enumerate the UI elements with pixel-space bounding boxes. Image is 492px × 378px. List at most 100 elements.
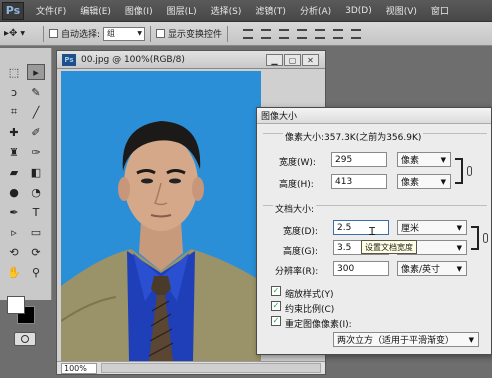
maximize-button[interactable]: ▢ bbox=[284, 54, 301, 66]
resolution-unit-select[interactable]: 像素/英寸 ▼ bbox=[397, 261, 467, 276]
show-transform-checkbox[interactable] bbox=[156, 29, 166, 38]
chevron-down-icon: ▼ bbox=[456, 243, 462, 252]
chevron-down-icon: ▼ bbox=[440, 155, 446, 164]
resolution-input[interactable]: 300 bbox=[333, 261, 389, 276]
menu-image[interactable]: 图像(I) bbox=[125, 4, 153, 17]
image-size-dialog: 图像大小 像素大小:357.3K(之前为356.9K) 宽度(W): 295 像… bbox=[256, 107, 492, 355]
healing-brush-tool-icon[interactable]: ✚ bbox=[5, 124, 23, 140]
clone-stamp-tool-icon[interactable]: ♜ bbox=[5, 144, 23, 160]
constrain-proportions-checkbox[interactable]: ✓ bbox=[271, 301, 281, 311]
pixel-width-input[interactable]: 295 bbox=[331, 152, 387, 167]
brush-tool-icon[interactable]: ✐ bbox=[27, 124, 45, 140]
pixel-dimensions-label: 像素大小:357.3K(之前为356.9K) bbox=[283, 130, 424, 143]
chevron-down-icon: ▼ bbox=[20, 30, 26, 37]
menu-3d[interactable]: 3D(D) bbox=[345, 6, 372, 16]
align-buttons bbox=[243, 28, 362, 39]
menu-view[interactable]: 视图(V) bbox=[386, 4, 417, 17]
align-hcenter-icon[interactable] bbox=[315, 28, 326, 39]
link-chain-icon bbox=[467, 166, 472, 176]
align-top-icon[interactable] bbox=[243, 28, 254, 39]
zoom-field[interactable]: 100% bbox=[61, 362, 97, 374]
pixel-height-label: 高度(H): bbox=[279, 180, 314, 190]
auto-select-label: 自动选择: bbox=[61, 30, 101, 40]
crop-tool-icon[interactable]: ⌗ bbox=[5, 104, 23, 120]
scale-styles-checkbox[interactable]: ✓ bbox=[271, 286, 281, 296]
close-button[interactable]: ✕ bbox=[302, 54, 319, 66]
resolution-unit: 像素/英寸 bbox=[401, 265, 441, 275]
pen-tool-icon[interactable]: ✒ bbox=[5, 204, 23, 220]
menu-filter[interactable]: 滤镜(T) bbox=[255, 4, 286, 17]
show-transform-label: 显示变换控件 bbox=[168, 30, 223, 40]
pixel-height-input[interactable]: 413 bbox=[331, 174, 387, 189]
align-vcenter-icon[interactable] bbox=[261, 28, 272, 39]
pixel-height-unit: 像素 bbox=[401, 178, 420, 188]
chevron-down-icon: ▼ bbox=[468, 335, 474, 344]
quick-select-tool-icon[interactable]: ✎ bbox=[27, 84, 45, 100]
doc-width-label: 宽度(D): bbox=[283, 227, 318, 237]
quick-mask-button[interactable] bbox=[14, 332, 36, 346]
doc-width-unit: 厘米 bbox=[401, 224, 420, 234]
history-brush-tool-icon[interactable]: ✑ bbox=[27, 144, 45, 160]
marquee-tool-icon[interactable]: ⬚ bbox=[5, 64, 23, 80]
horizontal-scrollbar[interactable] bbox=[101, 363, 321, 373]
menu-file[interactable]: 文件(F) bbox=[36, 4, 66, 17]
pixel-height-unit-select[interactable]: 像素 ▼ bbox=[397, 174, 451, 189]
path-select-tool-icon[interactable]: ▹ bbox=[5, 224, 23, 240]
align-right-icon[interactable] bbox=[333, 28, 344, 39]
auto-select-dropdown[interactable]: 组 ▼ bbox=[103, 26, 146, 41]
3d-orbit-tool-icon[interactable]: ⟳ bbox=[27, 244, 45, 260]
auto-select-value: 组 bbox=[107, 29, 116, 38]
menu-edit[interactable]: 编辑(E) bbox=[80, 4, 111, 17]
resolution-label: 分辨率(R): bbox=[275, 267, 319, 277]
minimize-button[interactable]: ▁ bbox=[266, 54, 283, 66]
distribute-icon[interactable] bbox=[351, 28, 362, 39]
hand-tool-icon[interactable]: ✋ bbox=[5, 264, 23, 280]
window-buttons: ▁ ▢ ✕ bbox=[266, 54, 319, 66]
pixel-link-bracket bbox=[455, 158, 463, 184]
image-canvas[interactable] bbox=[61, 71, 261, 361]
doc-width-unit-select[interactable]: 厘米 ▼ bbox=[397, 220, 467, 235]
type-tool-icon[interactable]: T bbox=[27, 204, 45, 220]
eraser-tool-icon[interactable]: ▰ bbox=[5, 164, 23, 180]
document-status-bar: 100% bbox=[57, 361, 325, 374]
resample-label: 重定图像像素(I): bbox=[285, 320, 352, 330]
menu-layer[interactable]: 图层(L) bbox=[167, 4, 197, 17]
resample-checkbox[interactable]: ✓ bbox=[271, 316, 281, 326]
move-tool-icon[interactable]: ▸ bbox=[27, 64, 45, 80]
divider bbox=[150, 25, 152, 42]
quick-mask-icon bbox=[21, 335, 29, 343]
tooltip: 设置文档宽度 bbox=[361, 240, 417, 254]
pixel-width-unit: 像素 bbox=[401, 156, 420, 166]
menu-window[interactable]: 窗口 bbox=[431, 4, 449, 17]
shape-tool-icon[interactable]: ▭ bbox=[27, 224, 45, 240]
auto-select-checkbox[interactable] bbox=[49, 29, 58, 38]
scale-styles-label: 缩放样式(Y) bbox=[285, 290, 334, 300]
divider bbox=[43, 25, 44, 42]
chevron-down-icon: ▼ bbox=[456, 264, 462, 273]
link-chain-icon bbox=[483, 233, 488, 243]
menu-bar: Ps 文件(F) 编辑(E) 图像(I) 图层(L) 选择(S) 滤镜(T) 分… bbox=[0, 0, 492, 22]
doc-width-input[interactable]: 2.5 bbox=[333, 220, 389, 235]
document-title-bar[interactable]: Ps 00.jpg @ 100%(RGB/8) ▁ ▢ ✕ bbox=[57, 51, 325, 69]
resample-method-select[interactable]: 两次立方（适用于平滑渐变） ▼ bbox=[333, 332, 479, 347]
document-size-label: 文档大小: bbox=[273, 202, 317, 215]
pixel-width-unit-select[interactable]: 像素 ▼ bbox=[397, 152, 451, 167]
eyedropper-tool-icon[interactable]: ╱ bbox=[27, 104, 45, 120]
chevron-down-icon: ▼ bbox=[440, 177, 446, 186]
align-bottom-icon[interactable] bbox=[279, 28, 290, 39]
menu-analysis[interactable]: 分析(A) bbox=[300, 4, 331, 17]
pixel-width-label: 宽度(W): bbox=[279, 158, 316, 168]
menu-select[interactable]: 选择(S) bbox=[211, 4, 242, 17]
move-tool-preset[interactable]: ▸✥ ▼ bbox=[4, 25, 38, 43]
3d-rotate-tool-icon[interactable]: ⟲ bbox=[5, 244, 23, 260]
gradient-tool-icon[interactable]: ◧ bbox=[27, 164, 45, 180]
doc-height-label: 高度(G): bbox=[283, 247, 319, 257]
foreground-color-swatch[interactable] bbox=[7, 296, 25, 314]
chevron-down-icon: ▼ bbox=[456, 223, 462, 232]
dodge-tool-icon[interactable]: ◔ bbox=[27, 184, 45, 200]
align-left-icon[interactable] bbox=[297, 28, 308, 39]
lasso-tool-icon[interactable]: ↄ bbox=[5, 84, 23, 100]
resample-method: 两次立方（适用于平滑渐变） bbox=[337, 336, 455, 346]
blur-tool-icon[interactable]: ● bbox=[5, 184, 23, 200]
zoom-tool-icon[interactable]: ⚲ bbox=[27, 264, 45, 280]
